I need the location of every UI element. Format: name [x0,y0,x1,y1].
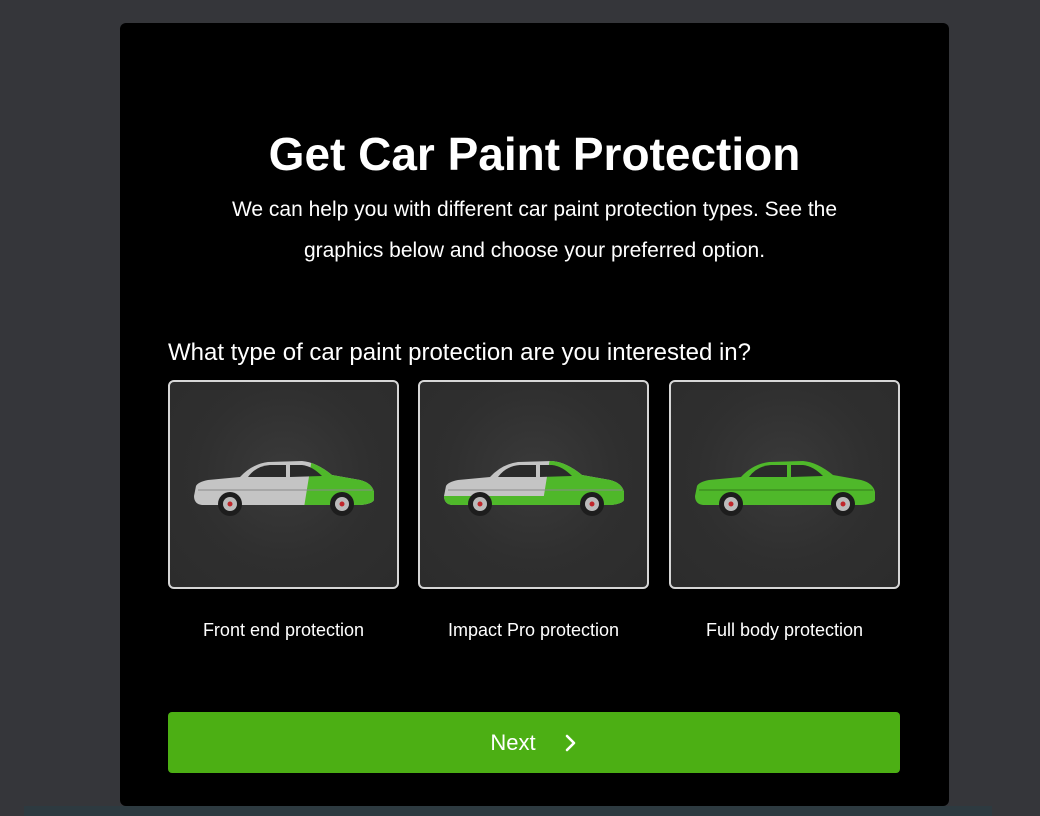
page-subtitle: We can help you with different car paint… [231,198,838,262]
car-front-end-icon [194,461,374,516]
car-full-body-icon [695,461,875,516]
option-impact-pro-label: Impact Pro protection [447,620,620,640]
option-front-end[interactable]: Front end protection [168,380,399,641]
option-full-body-box[interactable] [669,380,900,589]
next-button[interactable]: Next [168,712,900,773]
option-front-end-box[interactable] [168,380,399,589]
option-full-body-label: Full body protection [705,620,864,640]
page-bottom-strip [24,806,992,816]
chevron-right-icon [565,734,575,751]
protection-card: Get Car Paint Protection We can help you… [120,23,949,806]
option-front-end-label: Front end protection [202,620,365,640]
car-impact-pro-icon [444,461,624,516]
page-title: Get Car Paint Protection [268,128,801,180]
question-label: What type of car paint protection are yo… [168,339,751,366]
option-impact-pro-box[interactable] [418,380,649,589]
next-button-label: Next [490,729,536,755]
option-full-body[interactable]: Full body protection [669,380,900,641]
option-impact-pro[interactable]: Impact Pro protection [418,380,649,641]
